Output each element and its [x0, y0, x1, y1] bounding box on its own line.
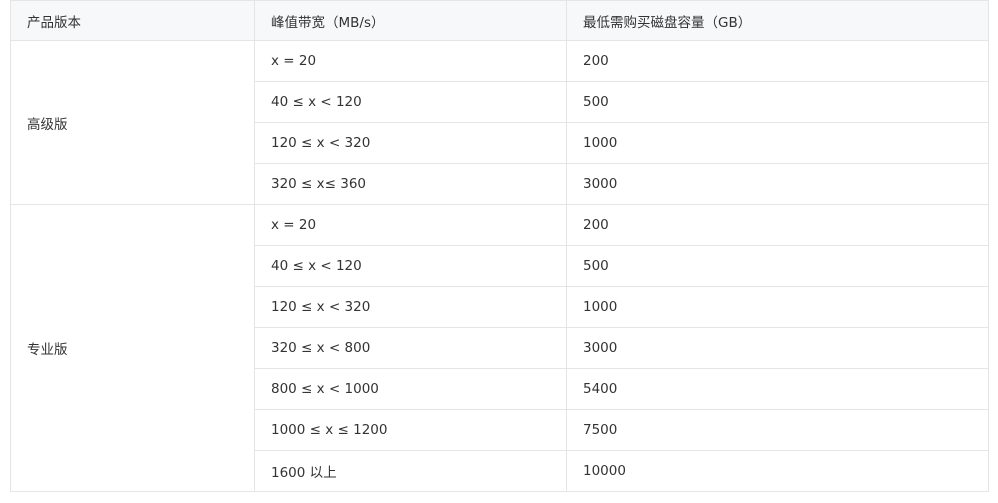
table-header: 产品版本 峰值带宽（MB/s） 最低需购买磁盘容量（GB）: [10, 0, 989, 41]
edition-cell-professional: 专业版: [10, 204, 255, 492]
header-row: 产品版本 峰值带宽（MB/s） 最低需购买磁盘容量（GB）: [10, 0, 989, 41]
bandwidth-cell: 40 ≤ x < 120: [254, 81, 567, 123]
capacity-cell: 200: [566, 40, 989, 82]
header-edition: 产品版本: [10, 0, 255, 41]
bandwidth-cell: 120 ≤ x < 320: [254, 286, 567, 328]
bandwidth-cell: 800 ≤ x < 1000: [254, 368, 567, 410]
bandwidth-cell: x = 20: [254, 204, 567, 246]
capacity-cell: 7500: [566, 409, 989, 451]
table-row: 专业版 x = 20 200: [10, 204, 989, 492]
edition-cell-advanced: 高级版: [10, 40, 255, 205]
header-min-capacity: 最低需购买磁盘容量（GB）: [566, 0, 989, 41]
capacity-cell: 200: [566, 204, 989, 246]
capacity-cell: 1000: [566, 286, 989, 328]
bandwidth-cell: 320 ≤ x≤ 360: [254, 163, 567, 205]
capacity-cell: 500: [566, 81, 989, 123]
capacity-cell: 5400: [566, 368, 989, 410]
bandwidth-cell: 1600 以上: [254, 450, 567, 492]
bandwidth-cell: x = 20: [254, 40, 567, 82]
bandwidth-cell: 320 ≤ x < 800: [254, 327, 567, 369]
capacity-cell: 10000: [566, 450, 989, 492]
capacity-cell: 1000: [566, 122, 989, 164]
header-peak-bandwidth: 峰值带宽（MB/s）: [254, 0, 567, 41]
bandwidth-cell: 40 ≤ x < 120: [254, 245, 567, 287]
table-row: 高级版 x = 20 200: [10, 40, 989, 205]
table-body: 高级版 x = 20 200 40 ≤ x < 120 500 120 ≤ x …: [10, 40, 989, 492]
spec-table: 产品版本 峰值带宽（MB/s） 最低需购买磁盘容量（GB） 高级版 x = 20…: [10, 0, 989, 492]
bandwidth-cell: 120 ≤ x < 320: [254, 122, 567, 164]
capacity-cell: 3000: [566, 327, 989, 369]
capacity-cell: 3000: [566, 163, 989, 205]
bandwidth-cell: 1000 ≤ x ≤ 1200: [254, 409, 567, 451]
capacity-cell: 500: [566, 245, 989, 287]
